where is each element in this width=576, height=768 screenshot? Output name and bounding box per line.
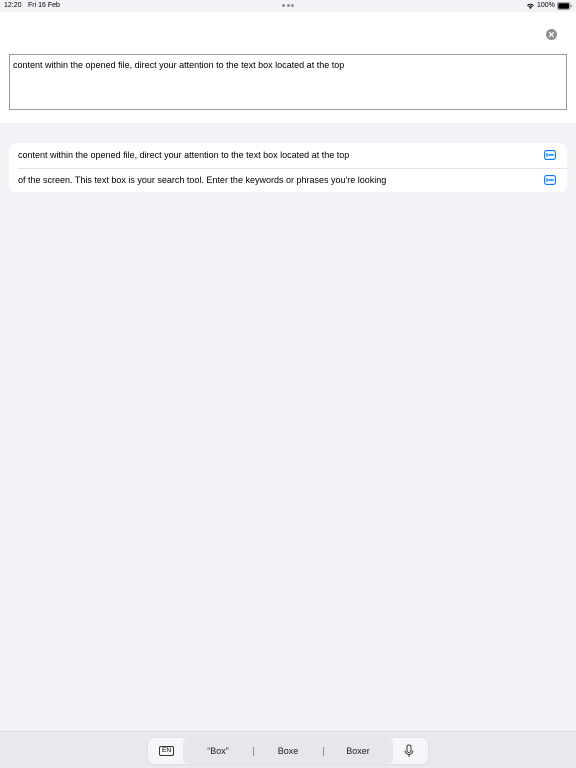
language-switch-key[interactable]: EN [159,746,174,756]
microphone-icon[interactable] [402,744,416,758]
search-input[interactable]: content within the opened file, direct y… [9,54,567,110]
suggestion-item[interactable]: “Box” [183,738,253,764]
multitasking-dots-icon[interactable] [282,4,294,7]
suggestions: “Box” Boxe Boxer [183,738,393,764]
search-result-row[interactable]: of the screen. This text box is your sea… [9,167,567,193]
suggestion-item[interactable]: Boxer [323,738,393,764]
battery-icon [557,2,572,10]
screen: 12:20 Fri 16 Feb 100% content within the… [0,0,576,768]
text-line-icon [544,174,556,185]
battery-percentage: 100% [537,2,555,9]
text-line-icon [544,150,556,160]
search-result-row[interactable]: content within the opened file, direct y… [9,143,567,168]
search-header: content within the opened file, direct y… [0,12,576,123]
predictive-text-bar: EN “Box” Boxe Boxer [148,738,428,764]
suggestion-item[interactable]: Boxe [253,738,323,764]
keyboard-shortcut-bar: EN “Box” Boxe Boxer [0,731,576,768]
status-bar: 12:20 Fri 16 Feb 100% [0,0,576,12]
close-icon[interactable] [546,29,557,40]
search-results-list: content within the opened file, direct y… [9,143,567,192]
status-date: Fri 16 Feb [28,2,60,9]
status-time: 12:20 [4,2,22,9]
result-text: of the screen. This text box is your sea… [18,174,387,185]
result-text: content within the opened file, direct y… [18,150,350,160]
wifi-icon [527,3,534,9]
